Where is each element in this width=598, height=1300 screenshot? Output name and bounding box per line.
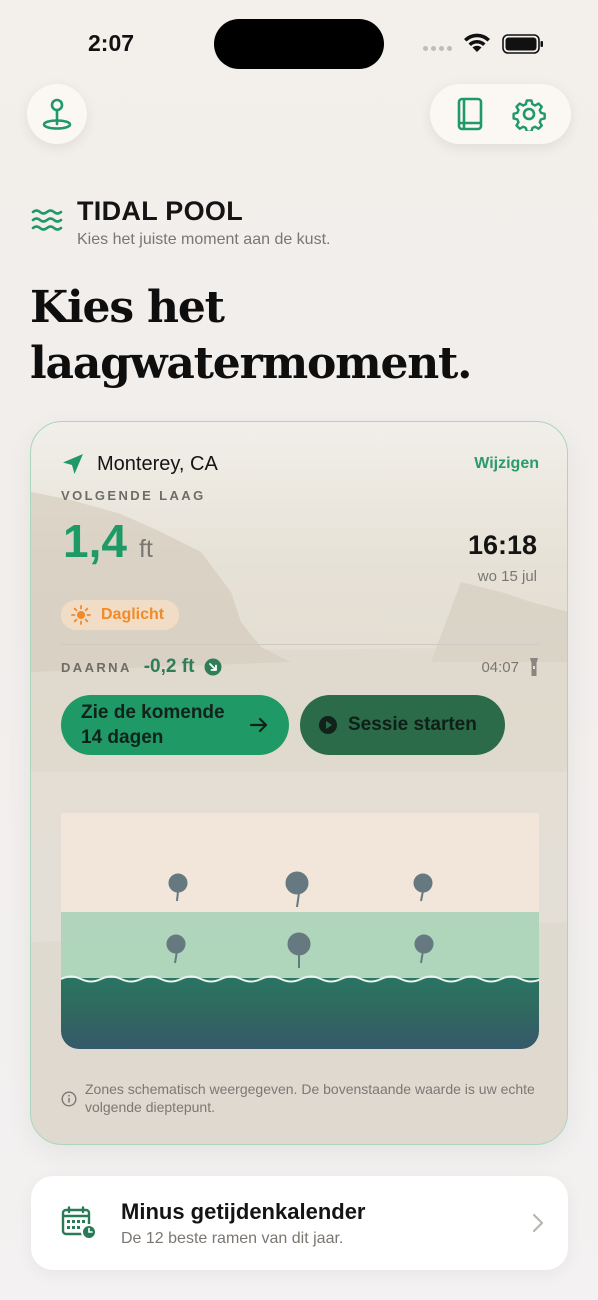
location-pin-button[interactable] — [27, 84, 87, 144]
following-value: -0,2 ft — [143, 656, 195, 677]
arrow-right-icon — [249, 717, 268, 733]
tide-time: 16:18 — [467, 530, 537, 560]
brand-subtitle: Kies het juiste moment aan de kust. — [77, 231, 331, 248]
location-row: Monterey, CA Wijzigen — [61, 452, 539, 476]
sun-icon — [71, 605, 91, 625]
change-location-link[interactable]: Wijzigen — [474, 455, 539, 473]
depth-value: 1,4 — [63, 515, 127, 567]
map-pin-icon — [42, 98, 72, 130]
calendar-icon — [61, 1206, 97, 1240]
brand-header: TIDAL POOL Kies het juiste moment aan de… — [31, 196, 330, 249]
next-low-label: VOLGENDE LAAG — [61, 488, 206, 503]
tide-card: Monterey, CA Wijzigen VOLGENDE LAAG 1,4 … — [30, 421, 568, 1145]
location-name: Monterey, CA — [97, 452, 218, 475]
start-session-label: Sessie starten — [348, 714, 477, 735]
divider — [61, 644, 539, 645]
zones-note-text: Zones schematisch weergegeven. De bovens… — [85, 1081, 535, 1115]
arrow-down-right-icon — [204, 658, 222, 676]
start-session-button[interactable]: Sessie starten — [300, 695, 505, 755]
brand-title: TIDAL POOL — [77, 196, 244, 226]
play-icon — [319, 716, 337, 734]
daylight-label: Daglicht — [101, 606, 165, 623]
page-title: Kies het laagwatermoment. — [30, 282, 472, 389]
next-14-days-label: Zie de komende 14 dagen — [81, 702, 225, 748]
battery-icon — [502, 34, 543, 54]
wifi-icon — [464, 33, 490, 52]
next-14-days-button[interactable]: Zie de komende 14 dagen — [61, 695, 289, 755]
tide-date: wo 15 jul — [477, 568, 537, 585]
calendar-card-title: Minus getijdenkalender — [121, 1198, 366, 1224]
book-icon[interactable] — [455, 97, 485, 131]
tide-zones-illustration — [61, 813, 539, 1049]
following-tide-row: DAARNA -0,2 ft 04:07 — [61, 656, 539, 678]
status-bar: 2:07 — [0, 0, 598, 86]
top-actions — [430, 84, 571, 144]
depth-unit: ft — [138, 535, 153, 563]
next-low-depth: 1,4 ft — [63, 514, 153, 568]
info-icon — [61, 1091, 77, 1107]
flashlight-icon — [530, 658, 538, 676]
chevron-right-icon — [532, 1213, 544, 1233]
zone-markers — [61, 871, 539, 983]
status-time: 2:07 — [88, 30, 135, 56]
waves-icon — [31, 209, 63, 231]
gear-icon[interactable] — [512, 97, 546, 131]
cellular-signal-icon — [423, 46, 452, 51]
location-arrow-icon — [63, 454, 83, 474]
zones-note: Zones schematisch weergegeven. De bovens… — [61, 1080, 539, 1116]
following-time: 04:07 — [481, 658, 519, 676]
following-label: DAARNA — [61, 659, 132, 675]
minus-tide-calendar-card[interactable]: Minus getijdenkalender De 12 beste ramen… — [31, 1176, 568, 1270]
calendar-card-subtitle: De 12 beste ramen van dit jaar. — [121, 1229, 344, 1247]
dynamic-island — [214, 19, 384, 69]
daylight-badge: Daglicht — [61, 600, 179, 630]
